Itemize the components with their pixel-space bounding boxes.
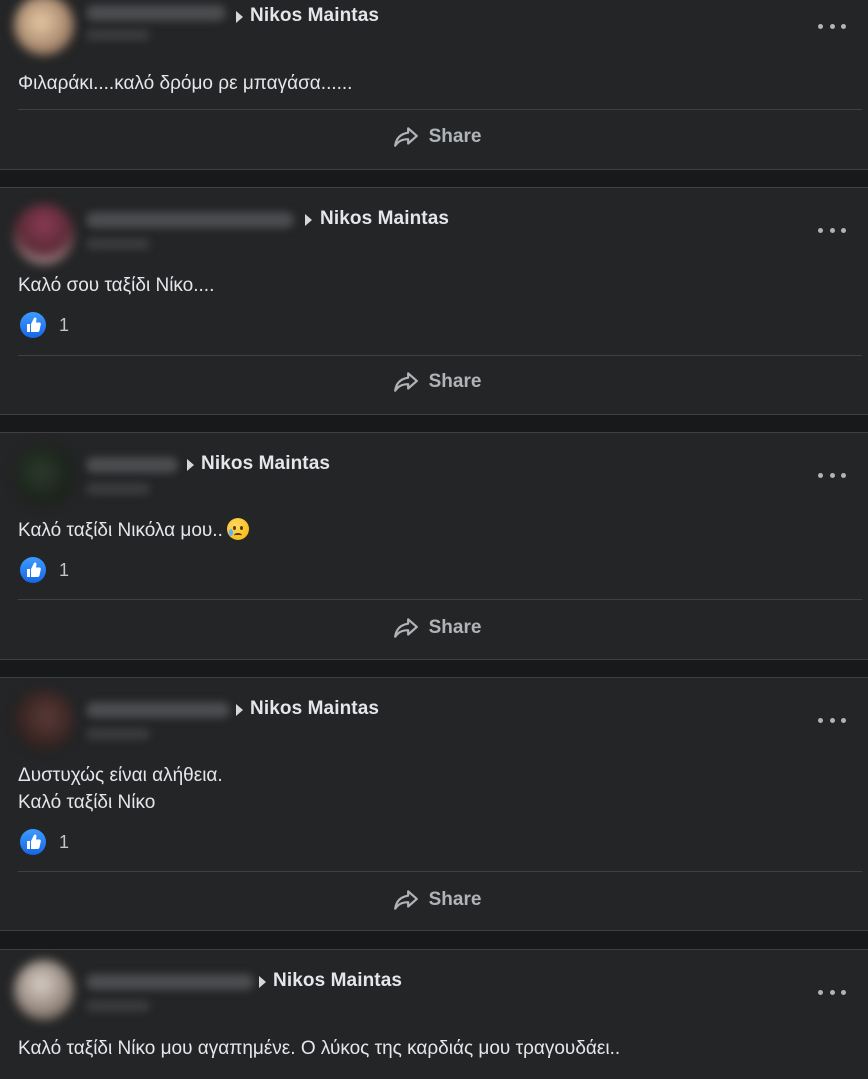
share-button[interactable]: Share <box>0 362 868 402</box>
avatar[interactable] <box>14 960 74 1020</box>
avatar[interactable] <box>14 690 74 750</box>
post-text: Καλό σου ταξίδι Νίκο.... <box>18 272 214 299</box>
post-text-line: Καλό ταξίδι Νίκο μου αγαπημένε. Ο λύκος … <box>18 1038 621 1059</box>
sad-tear-emoji-icon <box>226 518 249 540</box>
author-name-blurred[interactable] <box>86 5 226 21</box>
post-card: Nikos Maintas Καλό σου ταξίδι Νίκο.... 1… <box>0 187 868 415</box>
post-text-line: Δυστυχώς είναι αλήθεια. <box>18 765 223 786</box>
target-profile-name[interactable]: Nikos Maintas <box>320 208 449 230</box>
post-card: Nikos Maintas Καλό ταξίδι Νικόλα μου.. 1… <box>0 432 868 660</box>
more-options-icon[interactable] <box>818 713 846 727</box>
author-name-blurred[interactable] <box>86 457 178 473</box>
author-name-blurred[interactable] <box>86 974 254 990</box>
post-text: Δυστυχώς είναι αλήθεια. Καλό ταξίδι Νίκο <box>18 762 223 816</box>
post-text-line: Φιλαράκι....καλό δρόμο ρε μπαγάσα...... <box>18 73 353 94</box>
more-options-icon[interactable] <box>818 985 846 999</box>
right-triangle-icon <box>259 976 266 988</box>
share-button[interactable]: Share <box>0 117 868 157</box>
target-profile-name[interactable]: Nikos Maintas <box>201 453 330 475</box>
avatar[interactable] <box>14 0 74 55</box>
post-text: Φιλαράκι....καλό δρόμο ρε μπαγάσα...... <box>18 70 352 97</box>
share-button[interactable]: Share <box>0 880 868 920</box>
like-icon <box>20 829 46 855</box>
post-text: Καλό ταξίδι Νίκο μου αγαπημένε. Ο λύκος … <box>18 1035 620 1062</box>
reaction-count: 1 <box>59 559 70 580</box>
divider <box>18 599 862 600</box>
avatar[interactable] <box>14 204 74 264</box>
more-options-icon[interactable] <box>818 19 846 33</box>
share-label: Share <box>428 371 482 392</box>
divider <box>18 355 862 356</box>
right-triangle-icon <box>305 214 312 226</box>
right-triangle-icon <box>187 459 194 471</box>
post-card: Nikos Maintas Φιλαράκι....καλό δρόμο ρε … <box>0 0 868 170</box>
share-icon <box>393 618 418 638</box>
target-profile-name[interactable]: Nikos Maintas <box>250 5 379 27</box>
post-text-line: Καλό ταξίδι Νικόλα μου.. <box>18 520 223 541</box>
post-meta-blurred <box>86 238 150 250</box>
post-meta-blurred <box>86 483 150 495</box>
reactions-summary[interactable]: 1 <box>20 312 69 338</box>
divider <box>18 109 862 110</box>
post-card: Nikos Maintas Δυστυχώς είναι αλήθεια. Κα… <box>0 677 868 931</box>
target-profile-name[interactable]: Nikos Maintas <box>250 698 379 720</box>
reactions-summary[interactable]: 1 <box>20 557 69 583</box>
reaction-count: 1 <box>59 831 70 852</box>
reactions-summary[interactable]: 1 <box>20 829 69 855</box>
author-name-blurred[interactable] <box>86 702 230 718</box>
right-triangle-icon <box>236 704 243 716</box>
post-text: Καλό ταξίδι Νικόλα μου.. <box>18 517 249 544</box>
like-icon <box>20 557 46 583</box>
post-meta-blurred <box>86 1000 150 1012</box>
share-button[interactable]: Share <box>0 608 868 648</box>
share-icon <box>393 127 418 147</box>
post-meta-blurred <box>86 29 150 41</box>
like-icon <box>20 312 46 338</box>
reaction-count: 1 <box>59 314 70 335</box>
author-name-blurred[interactable] <box>86 212 294 228</box>
share-label: Share <box>428 617 482 638</box>
share-icon <box>393 890 418 910</box>
share-label: Share <box>428 889 482 910</box>
share-label: Share <box>428 126 482 147</box>
more-options-icon[interactable] <box>818 223 846 237</box>
post-meta-blurred <box>86 728 150 740</box>
right-triangle-icon <box>236 11 243 23</box>
post-text-line: Καλό ταξίδι Νίκο <box>18 792 156 813</box>
post-text-line: Καλό σου ταξίδι Νίκο.... <box>18 275 215 296</box>
post-card: Nikos Maintas Καλό ταξίδι Νίκο μου αγαπη… <box>0 949 868 1079</box>
avatar[interactable] <box>14 445 74 505</box>
share-icon <box>393 372 418 392</box>
more-options-icon[interactable] <box>818 468 846 482</box>
divider <box>18 871 862 872</box>
target-profile-name[interactable]: Nikos Maintas <box>273 970 402 992</box>
